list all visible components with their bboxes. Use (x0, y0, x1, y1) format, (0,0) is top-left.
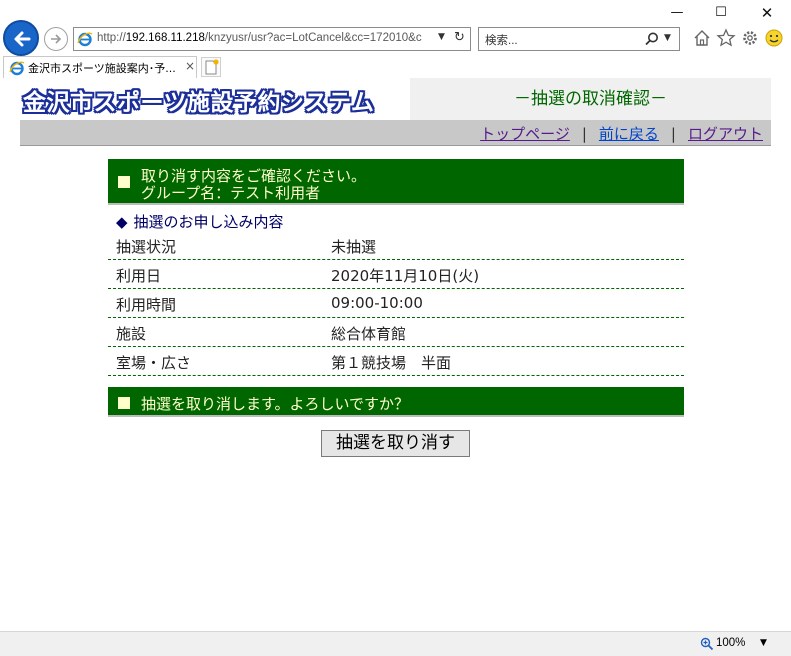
nav-separator: | (670, 125, 676, 143)
site-header: 金沢市スポーツ施設予約システム －抽選の取消確認－ (20, 78, 771, 120)
new-tab-icon (205, 59, 219, 75)
minimize-button[interactable]: — (662, 4, 692, 22)
application-details-table: 抽選状況 未抽選 利用日 2020年11月10日(火) 利用時間 09:00-1… (108, 231, 684, 376)
home-icon[interactable] (692, 28, 712, 48)
window-titlebar: — ☐ ✕ (0, 0, 791, 24)
confirm-message-bar: 取り消す内容をご確認ください。 グループ名：テスト利用者 (108, 159, 684, 205)
nav-separator: | (581, 125, 587, 143)
tab-bar: 金沢市スポーツ施設案内･予... × (0, 56, 791, 78)
detail-value: 2020年11月10日(火) (331, 267, 480, 285)
detail-label: 利用時間 (116, 296, 177, 314)
nav-links: トップページ | 前に戻る | ログアウト (480, 123, 763, 144)
table-row: 施設 総合体育館 (108, 318, 684, 347)
group-name: グループ名：テスト利用者 (141, 184, 321, 202)
table-row: 利用時間 09:00-10:00 (108, 289, 684, 318)
gear-icon[interactable] (740, 28, 760, 48)
back-button[interactable] (3, 20, 39, 56)
detail-label: 施設 (116, 325, 147, 343)
cancel-question-bar: 抽選を取り消します。よろしいですか？ (108, 387, 684, 417)
detail-label: 室場・広さ (116, 354, 192, 372)
zoom-dropdown-icon[interactable]: ▼ (760, 638, 767, 648)
arrow-left-icon (14, 31, 31, 47)
detail-value: 第１競技場 半面 (331, 354, 452, 372)
back-link[interactable]: 前に戻る (599, 125, 659, 143)
cancel-lottery-button[interactable]: 抽選を取り消す (321, 430, 470, 457)
url-text[interactable]: http://192.168.11.218/knzyusr/usr?ac=Lot… (97, 32, 437, 44)
search-icon[interactable] (644, 31, 660, 47)
feedback-smiley-icon[interactable] (764, 28, 784, 48)
search-dropdown-icon[interactable]: ▼ (664, 33, 671, 43)
table-row: 室場・広さ 第１競技場 半面 (108, 347, 684, 376)
site-logo[interactable]: 金沢市スポーツ施設予約システム (20, 78, 410, 120)
zoom-icon[interactable] (700, 637, 714, 651)
detail-label: 利用日 (116, 267, 162, 285)
search-input[interactable]: 検索... (485, 32, 518, 48)
forward-button[interactable] (44, 27, 68, 51)
address-bar[interactable]: http://192.168.11.218/knzyusr/usr?ac=Lot… (73, 27, 471, 51)
page-title: －抽選の取消確認－ (514, 89, 667, 109)
close-window-button[interactable]: ✕ (752, 4, 782, 22)
detail-value: 総合体育館 (331, 325, 407, 343)
address-dropdown-icon[interactable]: ▼ (438, 32, 445, 42)
search-box[interactable]: 検索... ▼ (478, 27, 680, 51)
logout-link[interactable]: ログアウト (688, 125, 763, 143)
section-title-text: 抽選のお申し込み内容 (133, 213, 284, 231)
ie-logo-icon (77, 32, 93, 47)
tab-title: 金沢市スポーツ施設案内･予... (28, 62, 176, 75)
detail-value: 09:00-10:00 (331, 294, 423, 312)
refresh-icon[interactable]: ↻ (454, 30, 465, 45)
table-row: 抽選状況 未抽選 (108, 231, 684, 260)
new-tab-button[interactable] (201, 57, 221, 77)
diamond-bullet-icon: ◆ (116, 213, 128, 231)
section-title: ◆ 抽選のお申し込み内容 (116, 211, 284, 232)
cancel-question: 抽選を取り消します。よろしいですか？ (141, 395, 410, 413)
square-bullet-icon (118, 176, 130, 188)
site-logo-text: 金沢市スポーツ施設予約システム (23, 90, 375, 116)
favorites-star-icon[interactable] (716, 28, 736, 48)
zoom-level[interactable]: 100% (716, 637, 745, 649)
table-row: 利用日 2020年11月10日(火) (108, 260, 684, 289)
arrow-right-icon (51, 34, 62, 44)
square-bullet-icon (118, 397, 130, 409)
detail-value: 未抽選 (331, 238, 377, 256)
ie-logo-icon (9, 61, 25, 76)
tab-active[interactable]: 金沢市スポーツ施設案内･予... × (3, 56, 197, 78)
header-nav: トップページ | 前に戻る | ログアウト (20, 120, 771, 146)
top-page-link[interactable]: トップページ (480, 125, 570, 143)
status-bar: 100% ▼ (0, 631, 791, 656)
maximize-button[interactable]: ☐ (706, 4, 736, 22)
detail-label: 抽選状況 (116, 238, 177, 256)
tab-close-icon[interactable]: × (185, 59, 195, 73)
